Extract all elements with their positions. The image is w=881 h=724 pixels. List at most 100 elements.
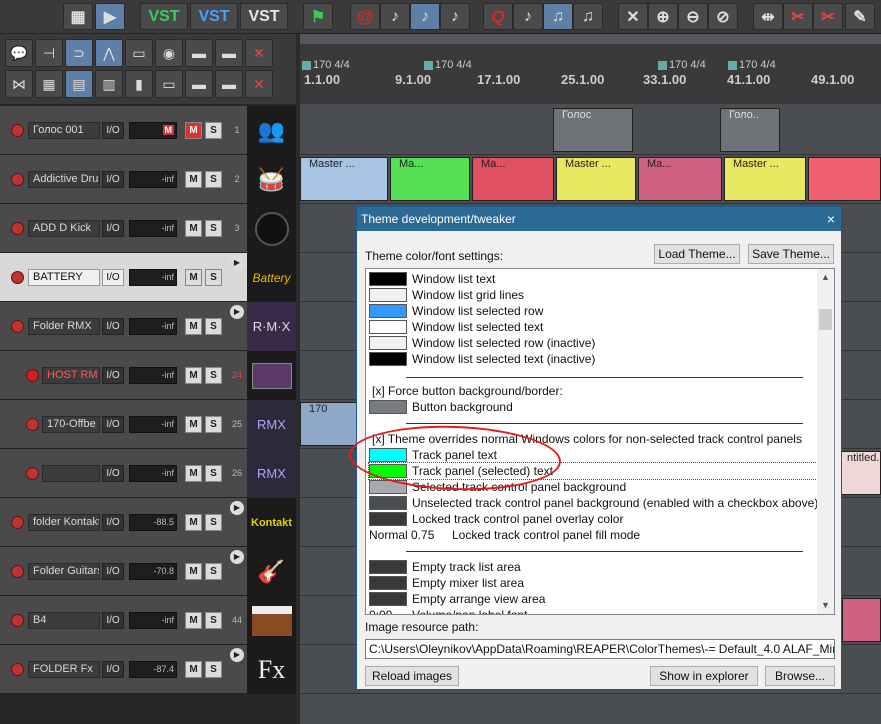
record-arm-button[interactable] (11, 614, 24, 627)
solo-button[interactable]: S (205, 661, 222, 678)
io-button[interactable]: I/O (102, 367, 124, 384)
keyboard-icon[interactable]: ▮ (125, 70, 153, 98)
mute-button[interactable]: M (185, 416, 202, 433)
scroll-thumb[interactable] (819, 309, 832, 330)
record-arm-button[interactable] (11, 663, 24, 676)
track-12[interactable]: FOLDER Fx I/O -87.4 M S ▶ Fx (0, 645, 296, 694)
color-swatch[interactable] (369, 560, 407, 574)
color-swatch[interactable] (369, 272, 407, 286)
record-arm-button[interactable] (11, 271, 24, 284)
vst-button-blue[interactable]: VST (190, 3, 238, 30)
track-9[interactable]: folder Kontakt I/O -88.5 M S ▶ Kontakt (0, 498, 296, 547)
color-swatch[interactable] (369, 496, 407, 510)
color-swatch[interactable] (369, 592, 407, 606)
mute-button[interactable]: M (185, 661, 202, 678)
track-name[interactable]: BATTERY (28, 269, 100, 286)
io-button[interactable]: I/O (102, 514, 124, 531)
io-button[interactable]: I/O (102, 122, 124, 139)
comment-icon[interactable]: 💬 (5, 39, 33, 67)
grid-icon[interactable]: ▦ (35, 70, 63, 98)
track-11[interactable]: B4 I/O -inf M S 44 (0, 596, 296, 645)
track-manager-icon[interactable]: ▥ (95, 70, 123, 98)
lane-1[interactable]: Голос Голо.. (300, 106, 881, 155)
folder-toggle-icon[interactable]: ▶ (230, 550, 244, 564)
color-swatch[interactable] (369, 512, 407, 526)
show-in-explorer-button[interactable]: Show in explorer (650, 666, 758, 686)
media-item[interactable] (842, 598, 881, 642)
save-theme-button[interactable]: Save Theme... (748, 244, 834, 264)
record-arm-button[interactable] (11, 565, 24, 578)
io-button[interactable]: I/O (102, 269, 124, 286)
eye-icon[interactable]: ◉ (155, 39, 183, 67)
track-4-selected[interactable]: BATTERY I/O -inf M S ▶ Battery (0, 253, 296, 302)
folder-d-icon[interactable]: ▬ (215, 39, 243, 67)
track-8[interactable]: I/O -inf M S 26 RMX (0, 449, 296, 498)
solo-button[interactable]: S (205, 269, 222, 286)
list-item[interactable]: Normal 0.75 Locked track control panel fi… (369, 527, 817, 543)
image-path-input[interactable]: C:\Users\Olеynikov\AppData\Roaming\REAPE… (365, 639, 835, 659)
split-icon[interactable]: ⊣ (35, 39, 63, 67)
vst-button-green[interactable]: VST (140, 3, 188, 30)
note-icon[interactable]: ♪ (380, 3, 410, 30)
mute-button[interactable]: M (185, 220, 202, 237)
tempo-marker[interactable]: 170 4/4 (424, 59, 472, 71)
media-item[interactable]: Master ... (556, 157, 636, 201)
mute-button[interactable]: M (185, 367, 202, 384)
color-swatch[interactable] (369, 400, 407, 414)
mute-button[interactable]: M (185, 514, 202, 531)
arrange-icon[interactable]: ▤ (65, 70, 93, 98)
track-name[interactable]: Folder RMX (28, 318, 100, 335)
record-arm-button[interactable] (26, 369, 39, 382)
folder-r-icon[interactable]: ▬ (215, 70, 243, 98)
io-button[interactable]: I/O (102, 220, 124, 237)
mute-button[interactable]: M (185, 612, 202, 629)
track-6[interactable]: HOST RM I/O -inf M S 24 (0, 351, 296, 400)
cut-icon-2[interactable]: ✂ (813, 3, 843, 30)
dialog-title-bar[interactable]: Theme development/tweaker × (357, 207, 841, 231)
mute-button[interactable]: M (185, 269, 202, 286)
io-button[interactable]: I/O (102, 465, 124, 482)
cpu-icon[interactable]: ▦ (63, 3, 93, 30)
media-item[interactable]: 170 (300, 402, 358, 446)
folder-toggle-icon[interactable]: ▶ (230, 256, 244, 270)
solo-button[interactable]: S (205, 318, 222, 335)
scroll-up-icon[interactable]: ▲ (817, 269, 834, 286)
folder-icon-2[interactable]: ▬ (185, 70, 213, 98)
tempo-marker[interactable]: 170 4/4 (302, 59, 350, 71)
track-5[interactable]: Folder RMX I/O -inf M S ▶ R·M·X (0, 302, 296, 351)
mute-button[interactable]: M (185, 122, 202, 139)
tempo-marker[interactable]: 170 4/4 (728, 59, 776, 71)
track-name[interactable]: HOST RM (42, 367, 100, 384)
media-item[interactable]: Master ... (724, 157, 806, 201)
item-list-icon[interactable]: ▭ (155, 70, 183, 98)
vst-button-white[interactable]: VST (240, 3, 288, 30)
color-swatch[interactable] (369, 576, 407, 590)
solo-button[interactable]: S (205, 612, 222, 629)
media-item[interactable]: Голо.. (720, 108, 780, 152)
media-item[interactable]: ntitled... (838, 451, 881, 495)
solo-button[interactable]: S (205, 171, 222, 188)
track-7[interactable]: 170-Offbe I/O -inf M S 25 RMX (0, 400, 296, 449)
list-item[interactable]: Window list selected row (369, 303, 817, 319)
track-name[interactable]: FOLDER Fx (28, 661, 100, 678)
browse-button[interactable]: Browse... (765, 666, 835, 686)
folder-toggle-icon[interactable]: ▶ (230, 305, 244, 319)
list-item[interactable]: Window list selected text (369, 319, 817, 335)
color-swatch[interactable] (369, 320, 407, 334)
mute-button[interactable]: M (185, 465, 202, 482)
solo-button[interactable]: S (205, 514, 222, 531)
io-button[interactable]: I/O (102, 318, 124, 335)
record-arm-button[interactable] (11, 320, 24, 333)
record-arm-button[interactable] (11, 516, 24, 529)
track-name[interactable]: Addictive Dru (28, 171, 100, 188)
track-name[interactable]: Голос 001 (28, 122, 100, 139)
envelope-icon[interactable]: ⋀ (95, 39, 123, 67)
note-icon-4[interactable]: ♫ (573, 3, 603, 30)
force-button-checkbox-row[interactable]: [x] Force button background/border: (369, 383, 817, 399)
media-item[interactable]: Master ... (300, 157, 388, 201)
track-name[interactable] (42, 465, 100, 482)
folder-x-icon-2[interactable]: ✕ (245, 70, 273, 98)
media-item[interactable]: Голос (553, 108, 633, 152)
media-item[interactable]: Ma... (390, 157, 470, 201)
folder-icon[interactable]: ▬ (185, 39, 213, 67)
